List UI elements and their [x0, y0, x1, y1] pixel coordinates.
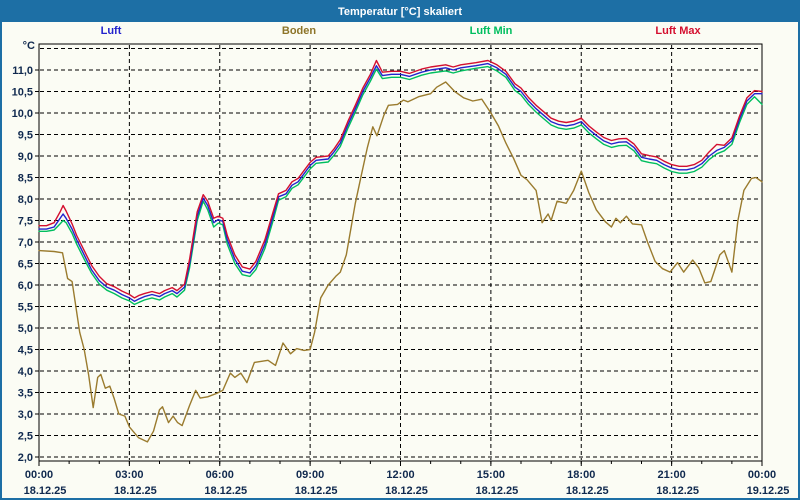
x-axis-date-label: 19.12.25 [747, 485, 790, 497]
x-axis-time-label: 15:00 [477, 469, 505, 481]
y-axis-tick-label: 9,5 [18, 130, 33, 142]
x-axis-time-label: 00:00 [25, 469, 53, 481]
x-axis-date-label: 18.12.25 [114, 485, 157, 497]
x-axis-date-label: 18.12.25 [204, 485, 247, 497]
y-axis-tick-label: 7,5 [18, 216, 33, 228]
x-axis-date-label: 18.12.25 [566, 485, 609, 497]
y-axis-tick-label: 5,0 [18, 323, 33, 335]
x-axis-date-label: 18.12.25 [295, 485, 338, 497]
x-axis-time-label: 00:00 [748, 469, 776, 481]
y-axis-tick-label: 3,5 [18, 388, 33, 400]
y-axis-tick-label: 2,5 [18, 431, 33, 443]
y-axis-unit-label: °C [23, 40, 35, 52]
y-axis-tick-label: 6,5 [18, 259, 33, 271]
x-axis-date-label: 18.12.25 [24, 485, 67, 497]
y-axis-tick-label: 8,0 [18, 194, 33, 206]
y-axis-tick-label: 4,0 [18, 366, 33, 378]
y-axis-tick-label: 10,0 [12, 108, 33, 120]
y-axis-tick-label: 3,0 [18, 409, 33, 421]
x-axis-time-label: 09:00 [296, 469, 324, 481]
y-axis-tick-label: 6,0 [18, 280, 33, 292]
y-axis-tick-label: 11,0 [12, 65, 33, 77]
y-axis-tick-label: 8,5 [18, 173, 33, 185]
x-axis-date-label: 18.12.25 [475, 485, 518, 497]
temperature-chart: 2,0 2,5 3,0 3,5 4,0 4,5 5,0 5,5 6,0 6,5 7,0 7,5 8,0 8… [12, 40, 790, 497]
y-axis-tick-label: 9,0 [18, 151, 33, 163]
y-axis-tick-label: 2,0 [18, 452, 33, 464]
y-axis-tick-label: 7,0 [18, 237, 33, 249]
series-line-boden [38, 81, 763, 443]
x-axis-date-label: 18.12.25 [385, 485, 428, 497]
y-axis-tick-label: 5,5 [18, 302, 33, 314]
x-axis-time-label: 18:00 [567, 469, 595, 481]
x-axis-date-label: 18.12.25 [656, 485, 699, 497]
x-axis-time-label: 21:00 [658, 469, 686, 481]
y-axis-tick-label: 10,5 [12, 87, 33, 99]
x-axis-time-label: 06:00 [206, 469, 234, 481]
x-axis-time-label: 12:00 [386, 469, 414, 481]
x-axis-time-label: 03:00 [115, 469, 143, 481]
plot-window: Temperatur [°C] skaliert Luft Boden Luft… [0, 0, 800, 500]
y-axis-tick-label: 4,5 [18, 345, 33, 357]
